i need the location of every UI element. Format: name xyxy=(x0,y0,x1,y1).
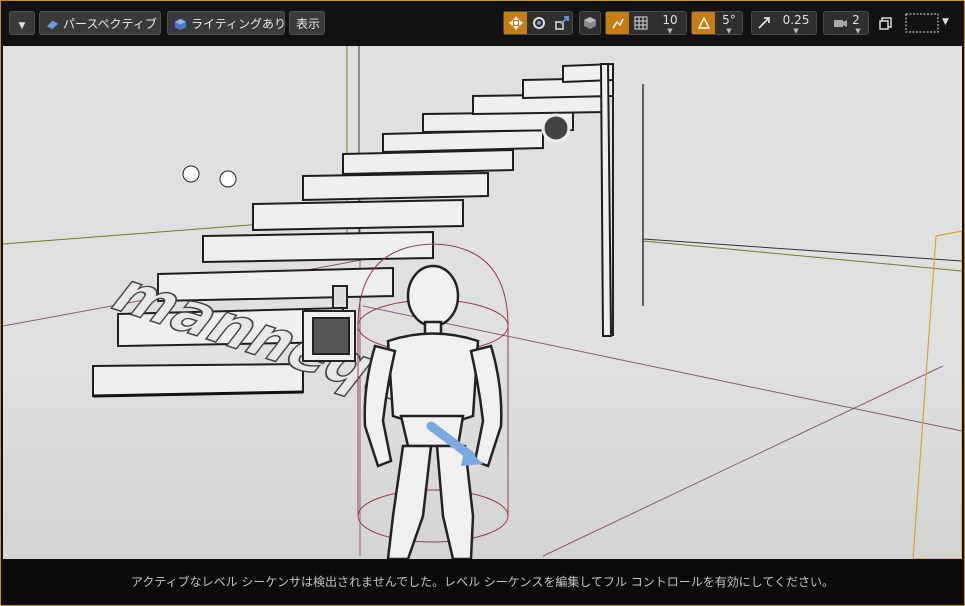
sky-light-icon xyxy=(541,113,571,143)
scale-snap-group: 0.25 ▼ xyxy=(751,11,817,35)
scale-arrow-icon xyxy=(757,17,770,29)
surface-snap-button[interactable] xyxy=(606,12,629,34)
chevron-down-icon: ▼ xyxy=(726,27,732,35)
transform-tools-group xyxy=(503,11,573,35)
show-menu-label: 表示 xyxy=(296,17,321,31)
viewport-toolbar: ▼ パースペクティブ ライティングあり 表示 10 ▼ 5° ▼ 0.25 ▼ … xyxy=(1,1,964,45)
3d-viewport[interactable]: mannequin xyxy=(3,46,962,559)
viewport-options-button[interactable]: ▼ xyxy=(9,11,35,35)
perspective-icon xyxy=(46,20,59,30)
move-arrows-icon xyxy=(508,16,523,30)
cube-outline-icon xyxy=(584,17,596,29)
lighting-mode-button[interactable]: ライティングあり xyxy=(167,11,287,35)
view-mode-button[interactable]: パースペクティブ xyxy=(39,11,161,35)
scale-snap-toggle-button[interactable] xyxy=(752,12,775,34)
grid-snap-value: 10 xyxy=(662,13,678,27)
rotation-snap-value: 5° xyxy=(722,13,736,27)
chevron-down-icon: ▼ xyxy=(18,21,26,31)
grid-snap-group: 10 ▼ xyxy=(605,11,687,35)
chevron-down-icon: ▼ xyxy=(793,27,799,35)
status-bar: アクティブなレベル シーケンサは検出されませんでした。レベル シーケンスを編集し… xyxy=(1,559,964,605)
viewport-layout-icon xyxy=(905,13,939,33)
rotate-icon xyxy=(532,17,545,29)
camera-speed-group: 2 ▼ xyxy=(823,11,869,35)
chevron-down-icon: ▼ xyxy=(942,17,949,27)
layout-menu-button[interactable]: ▼ xyxy=(905,13,955,35)
world-local-toggle-button[interactable] xyxy=(580,12,600,34)
scale-tool-button[interactable] xyxy=(550,12,573,34)
translate-tool-button[interactable] xyxy=(504,12,527,34)
grid-snap-value-dropdown[interactable]: 10 ▼ xyxy=(654,12,686,35)
grid-icon xyxy=(634,16,647,30)
rotation-snap-toggle-button[interactable] xyxy=(692,12,715,34)
view-mode-label: パースペクティブ xyxy=(63,17,157,31)
maximize-viewport-button[interactable] xyxy=(879,16,893,30)
grid-snap-toggle-button[interactable] xyxy=(629,12,652,34)
camera-speed-value: 2 xyxy=(852,13,860,27)
coordinate-system-group xyxy=(579,11,601,35)
surface-snap-icon xyxy=(611,18,624,29)
angle-icon xyxy=(697,16,710,29)
cube-icon xyxy=(174,18,187,31)
lighting-mode-label: ライティングあり xyxy=(191,17,287,31)
restore-window-icon xyxy=(879,17,892,30)
camera-icon xyxy=(834,20,848,27)
rotation-snap-group: 5° ▼ xyxy=(691,11,743,35)
level-viewport-window: ▼ パースペクティブ ライティングあり 表示 10 ▼ 5° ▼ 0.25 ▼ … xyxy=(0,0,965,606)
rotation-snap-value-dropdown[interactable]: 5° ▼ xyxy=(716,12,742,35)
chevron-down-icon: ▼ xyxy=(855,27,861,35)
rotate-tool-button[interactable] xyxy=(527,12,550,34)
show-menu-button[interactable]: 表示 xyxy=(289,11,325,35)
scale-snap-value: 0.25 xyxy=(782,13,810,27)
sequencer-status-message: アクティブなレベル シーケンサは検出されませんでした。レベル シーケンスを編集し… xyxy=(130,575,835,589)
scene-render: mannequin xyxy=(3,46,962,559)
scale-snap-value-dropdown[interactable]: 0.25 ▼ xyxy=(776,12,816,35)
camera-speed-dropdown[interactable]: 2 ▼ xyxy=(824,12,868,35)
chevron-down-icon: ▼ xyxy=(667,27,673,35)
scale-icon xyxy=(554,16,569,30)
